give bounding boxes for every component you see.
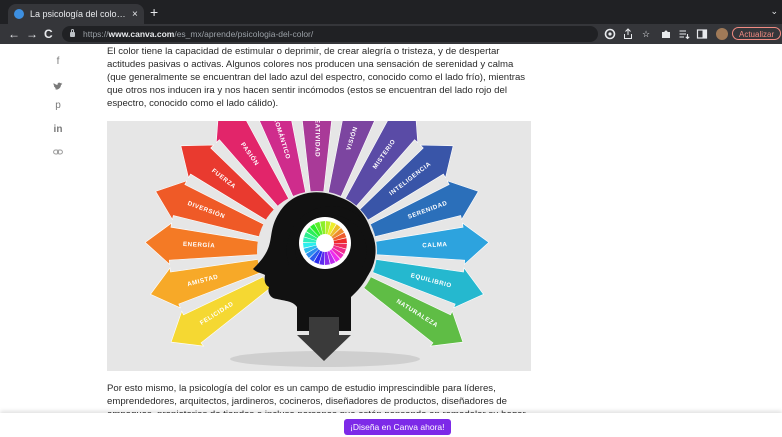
forward-button[interactable]: → <box>26 27 38 41</box>
tab-title: La psicología del color: el sign <box>30 9 126 19</box>
color-wheel-center <box>316 234 334 252</box>
share-page-icon[interactable] <box>622 28 634 40</box>
share-twitter-icon[interactable] <box>48 80 68 96</box>
arrow-label: CREATIVIDAD <box>313 121 320 157</box>
address-bar[interactable]: https://www.canva.com/es_mx/aprende/psic… <box>62 26 598 42</box>
arrow-label: CALMA <box>422 241 448 249</box>
update-browser-button[interactable]: Actualizar <box>732 27 782 40</box>
lock-icon[interactable] <box>70 28 75 37</box>
url-text: https://www.canva.com/es_mx/aprende/psic… <box>83 29 314 39</box>
tab-strip: La psicología del color: el sign × + ⌄ <box>0 0 782 24</box>
reading-list-icon[interactable] <box>678 28 690 40</box>
side-panel-icon[interactable] <box>696 28 708 40</box>
tab-search-chevron-icon[interactable]: ⌄ <box>770 6 778 17</box>
share-linkedin-icon[interactable]: in <box>48 122 68 138</box>
bookmark-star-icon[interactable]: ☆ <box>640 28 652 40</box>
extensions-puzzle-icon[interactable] <box>660 28 672 40</box>
sticky-cta-bar: ¡Diseña en Canva ahora! <box>0 413 782 437</box>
copy-link-icon[interactable] <box>48 146 68 162</box>
page-content: f p in El color tiene la capacidad de es… <box>0 44 782 437</box>
share-facebook-icon[interactable]: f <box>48 54 68 70</box>
design-in-canva-button[interactable]: ¡Diseña en Canva ahora! <box>344 419 451 435</box>
browser-toolbar: ← → C https://www.canva.com/es_mx/aprend… <box>0 24 782 44</box>
article-paragraph: El color tiene la capacidad de estimular… <box>107 46 526 109</box>
share-pinterest-icon[interactable]: p <box>48 98 68 114</box>
arrow-label: ENERGÍA <box>183 240 216 250</box>
reload-button[interactable]: C <box>44 27 53 41</box>
color-psychology-figure: FELICIDAD AMISTAD ENERGÍA DIVERSIÓN FUERZA PA… <box>107 121 531 371</box>
google-lens-icon[interactable] <box>604 28 616 40</box>
canva-favicon-icon <box>14 9 24 19</box>
new-tab-button[interactable]: + <box>150 4 158 20</box>
tab-active[interactable]: La psicología del color: el sign × <box>8 4 144 24</box>
head-color-arrows-illustration: FELICIDADAMISTADENERGÍADIVERSIÓNFUERZAPA… <box>144 121 490 367</box>
profile-avatar[interactable] <box>716 28 728 40</box>
tab-close-icon[interactable]: × <box>132 9 138 20</box>
back-button[interactable]: ← <box>8 27 20 41</box>
